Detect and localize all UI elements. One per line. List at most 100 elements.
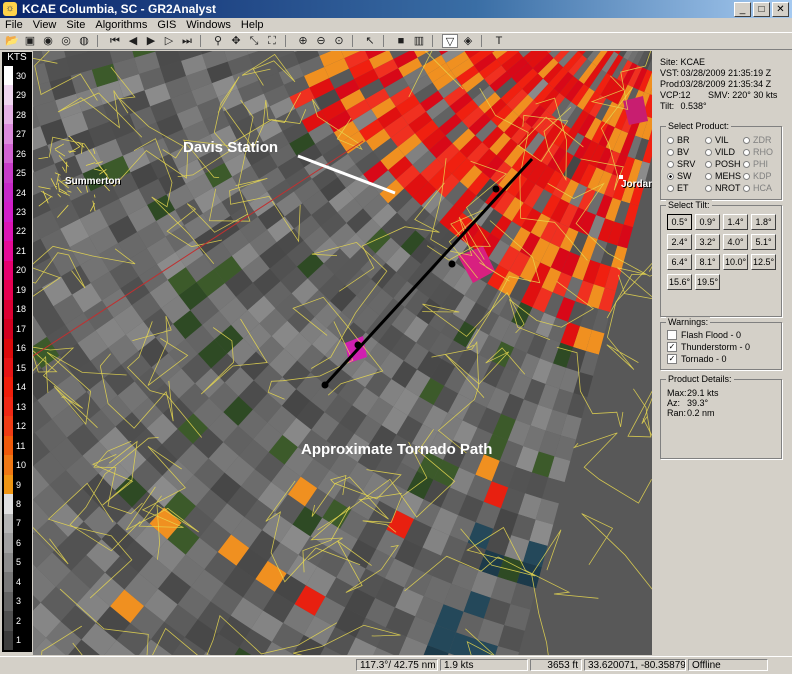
tilt-button[interactable]: 5.1° xyxy=(751,234,776,250)
product-option-zdr[interactable]: ZDR xyxy=(743,135,772,145)
tilt-button[interactable]: 19.5° xyxy=(695,274,720,290)
radar-map[interactable]: Summerton Jordan Davis Station Approxima… xyxy=(33,51,652,655)
select-tilt-title: Select Tilt: xyxy=(666,200,712,210)
radio-icon[interactable] xyxy=(743,161,750,168)
resize-icon[interactable]: ⤡ xyxy=(246,34,262,48)
product-option-label: ZDR xyxy=(753,135,772,145)
tilt-button[interactable]: 6.4° xyxy=(667,254,692,270)
radio-icon[interactable] xyxy=(705,149,712,156)
radio-icon[interactable] xyxy=(667,161,674,168)
volume-icon[interactable]: ◈ xyxy=(460,34,476,48)
product-option-bv[interactable]: BV xyxy=(667,147,689,157)
warning-item[interactable]: ✓Tornado - 0 xyxy=(667,354,727,364)
radio-icon[interactable] xyxy=(743,173,750,180)
radio-icon[interactable] xyxy=(705,137,712,144)
menu-file[interactable]: File xyxy=(0,18,28,32)
tilt-value: 0.538° xyxy=(681,101,707,111)
zoom-out-icon[interactable]: ⊖ xyxy=(313,34,329,48)
globe-icon[interactable]: ◉ xyxy=(40,34,56,48)
tilt-button[interactable]: 12.5° xyxy=(751,254,776,270)
product-option-rho[interactable]: RHO xyxy=(743,147,773,157)
tilt-button[interactable]: 0.9° xyxy=(695,214,720,230)
menu-site[interactable]: Site xyxy=(61,18,90,32)
zoom-icon[interactable]: ⚲ xyxy=(210,34,226,48)
menu-help[interactable]: Help xyxy=(236,18,269,32)
first-frame-icon[interactable]: ⏮ xyxy=(107,34,123,48)
tilt-button[interactable]: 0.5° xyxy=(667,214,692,230)
checkbox-icon[interactable]: ✓ xyxy=(667,354,677,364)
next-frame-icon[interactable]: ▷ xyxy=(161,34,177,48)
stop-icon[interactable]: ■ xyxy=(393,34,409,48)
radio-icon[interactable] xyxy=(667,137,674,144)
legend-tick-label: 9 xyxy=(16,480,21,490)
radio-icon[interactable] xyxy=(667,185,674,192)
zoom-in-icon[interactable]: ⊕ xyxy=(295,34,311,48)
maximize-button[interactable]: □ xyxy=(753,2,770,17)
road-line xyxy=(574,433,651,503)
legend-swatch xyxy=(4,85,13,105)
product-option-mehs[interactable]: MEHS xyxy=(705,171,741,181)
cross-section-icon[interactable]: ▽ xyxy=(442,34,458,48)
legend-swatch xyxy=(4,377,13,397)
tilt-button[interactable]: 15.6° xyxy=(667,274,692,290)
tilt-button[interactable]: 1.8° xyxy=(751,214,776,230)
radio-icon[interactable] xyxy=(705,173,712,180)
product-option-vil[interactable]: VIL xyxy=(705,135,729,145)
minimize-button[interactable]: _ xyxy=(734,2,751,17)
status-latlon: 33.620071, -80.358795 xyxy=(584,659,686,671)
globe-2-icon[interactable]: ◎ xyxy=(58,34,74,48)
open-folder-icon[interactable]: 📂 xyxy=(4,34,20,48)
checkbox-icon[interactable]: ✓ xyxy=(667,342,677,352)
tilt-button[interactable]: 8.1° xyxy=(695,254,720,270)
warning-item[interactable]: Flash Flood - 0 xyxy=(667,330,741,340)
max-value: 29.1 kts xyxy=(687,388,719,398)
product-option-nrot[interactable]: NROT xyxy=(705,183,741,193)
play-icon[interactable]: ▶ xyxy=(143,34,159,48)
product-option-srv[interactable]: SRV xyxy=(667,159,695,169)
tilt-button[interactable]: 4.0° xyxy=(723,234,748,250)
menu-view[interactable]: View xyxy=(28,18,62,32)
toolbar-separator xyxy=(97,35,104,47)
product-option-br[interactable]: BR xyxy=(667,135,690,145)
pointer-icon[interactable]: ↖ xyxy=(362,34,378,48)
radio-icon[interactable] xyxy=(705,161,712,168)
product-option-et[interactable]: ET xyxy=(667,183,689,193)
radio-icon[interactable] xyxy=(743,149,750,156)
legend-tick-label: 2 xyxy=(16,616,21,626)
product-option-sw[interactable]: SW xyxy=(667,171,692,181)
product-option-posh[interactable]: POSH xyxy=(705,159,741,169)
radio-icon[interactable] xyxy=(667,149,674,156)
checkbox-icon[interactable] xyxy=(667,330,677,340)
tilt-button[interactable]: 1.4° xyxy=(723,214,748,230)
legend-tick-label: 6 xyxy=(16,538,21,548)
globe-3-icon[interactable]: ◍ xyxy=(76,34,92,48)
menu-algorithms[interactable]: Algorithms xyxy=(90,18,152,32)
legend-swatch xyxy=(4,533,13,553)
fullscreen-icon[interactable]: ⛶ xyxy=(264,34,280,48)
legend-tick-label: 18 xyxy=(16,304,26,314)
radio-icon[interactable] xyxy=(743,185,750,192)
save-icon[interactable]: ▣ xyxy=(22,34,38,48)
tilt-button[interactable]: 10.0° xyxy=(723,254,748,270)
product-option-kdp[interactable]: KDP xyxy=(743,171,772,181)
tilt-button[interactable]: 2.4° xyxy=(667,234,692,250)
menu-gis[interactable]: GIS xyxy=(152,18,181,32)
product-option-vild[interactable]: VILD xyxy=(705,147,735,157)
radio-icon[interactable] xyxy=(743,137,750,144)
radio-icon[interactable] xyxy=(667,173,674,180)
product-option-hca[interactable]: HCA xyxy=(743,183,772,193)
zoom-reset-icon[interactable]: ⊙ xyxy=(331,34,347,48)
split-icon[interactable]: ▥ xyxy=(411,34,427,48)
tilt-button[interactable]: 3.2° xyxy=(695,234,720,250)
pan-icon[interactable]: ✥ xyxy=(228,34,244,48)
tornado-path-point xyxy=(322,382,329,389)
warning-item[interactable]: ✓Thunderstorm - 0 xyxy=(667,342,750,352)
last-frame-icon[interactable]: ⏭ xyxy=(179,34,195,48)
product-option-phi[interactable]: PHI xyxy=(743,159,768,169)
menu-windows[interactable]: Windows xyxy=(181,18,236,32)
text-tool-icon[interactable]: T xyxy=(491,34,507,48)
prev-frame-icon[interactable]: ◀ xyxy=(125,34,141,48)
radio-icon[interactable] xyxy=(705,185,712,192)
title-bar[interactable]: ☼ KCAE Columbia, SC - GR2Analyst _ □ ✕ xyxy=(0,0,792,18)
close-button[interactable]: ✕ xyxy=(772,2,789,17)
